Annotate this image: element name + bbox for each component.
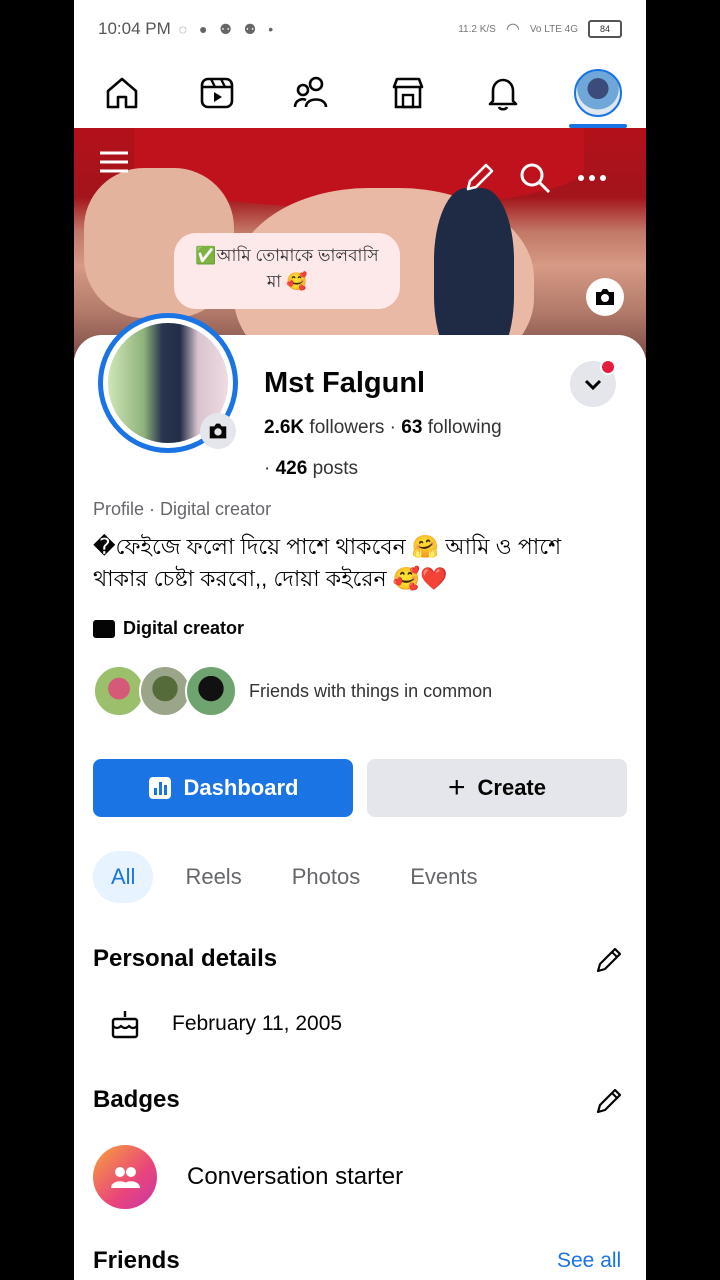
create-label: Create: [477, 775, 546, 800]
follow-stats: 2.6K followers · 63 following: [264, 417, 502, 438]
tab-photos[interactable]: Photos: [274, 851, 379, 903]
avatar-camera-button[interactable]: [200, 413, 236, 449]
dashboard-button[interactable]: Dashboard: [93, 759, 353, 817]
chart-icon: [148, 777, 171, 799]
menu-icon[interactable]: [94, 142, 134, 182]
friend-avatar: [139, 665, 191, 717]
camera-icon: [596, 289, 614, 305]
posts-count: 426: [275, 458, 308, 479]
status-right: 11.2 K/S ◠ Vo LTE 4G 84: [458, 19, 622, 39]
nav-notifications[interactable]: [468, 58, 538, 128]
tab-reels[interactable]: Reels: [167, 851, 259, 903]
net-speed: 11.2 K/S: [458, 23, 496, 35]
badge-label: Conversation starter: [187, 1163, 404, 1190]
edit-pencil-icon[interactable]: [594, 1086, 624, 1116]
friend-avatar: [185, 665, 237, 717]
status-bar: 10:04 PM ◌ ● ⚉ ⚉ • 11.2 K/S ◠ Vo LTE 4G …: [74, 0, 646, 58]
badges-title: Badges: [93, 1086, 180, 1113]
tab-all[interactable]: All: [93, 851, 154, 903]
cake-icon: [111, 1011, 139, 1039]
profile-tabs: All Reels Photos Events: [93, 851, 495, 903]
signal-label: Vo LTE 4G: [529, 23, 578, 35]
friend-avatar: [93, 665, 145, 717]
dashboard-label: Dashboard: [183, 775, 299, 800]
friends-common-label: Friends with things in common: [249, 680, 493, 701]
more-icon[interactable]: [572, 158, 612, 198]
friends-icon: [294, 76, 328, 108]
create-button[interactable]: + Create: [367, 759, 627, 817]
battery-icon: 84: [588, 20, 622, 38]
conversation-badge-icon: [93, 1145, 157, 1209]
notification-dot: [600, 359, 616, 375]
note-line-1: ✅আমি তোমাকে ভালবাসি: [195, 246, 379, 265]
edit-pencil-icon[interactable]: [594, 945, 624, 975]
video-icon: [200, 77, 234, 109]
nav-home[interactable]: [87, 58, 157, 128]
nav-profile[interactable]: [563, 58, 633, 128]
following-label[interactable]: following: [428, 417, 502, 438]
cover-camera-button[interactable]: [586, 278, 624, 316]
home-icon: [106, 77, 137, 109]
posts-stats: · 426 posts: [264, 458, 359, 479]
nav-marketplace[interactable]: [373, 58, 443, 128]
bell-icon: [488, 78, 518, 111]
friends-title: Friends: [93, 1247, 180, 1274]
chevron-down-icon: [584, 379, 602, 391]
camera-icon: [209, 423, 227, 439]
plus-icon: +: [447, 771, 466, 804]
profile-kind: Profile · Digital creator: [93, 499, 272, 519]
status-time: 10:04 PM: [98, 19, 171, 38]
profile-card: Mst Falgunl 2.6K followers · 63 followin…: [74, 313, 646, 1280]
tab-events[interactable]: Events: [392, 851, 495, 903]
clapperboard-icon: [93, 619, 115, 638]
see-all-friends-link[interactable]: See all: [557, 1249, 621, 1273]
category-row: Digital creator: [93, 618, 244, 639]
nav-video[interactable]: [182, 58, 252, 128]
search-icon[interactable]: [515, 158, 555, 198]
badge-row[interactable]: Conversation starter: [93, 1145, 403, 1209]
wifi-icon: ◠: [505, 21, 520, 38]
followers-label[interactable]: followers: [309, 417, 384, 438]
personal-details-title: Personal details: [93, 945, 278, 972]
marketplace-icon: [392, 77, 423, 109]
profile-note[interactable]: ✅আমি তোমাকে ভালবাসি মা 🥰: [174, 233, 400, 309]
followers-count[interactable]: 2.6K: [264, 417, 304, 438]
birthday-row: February 11, 2005: [108, 1007, 342, 1041]
profile-switch-button[interactable]: [570, 359, 616, 407]
nav-friends[interactable]: [277, 58, 347, 128]
friends-in-common[interactable]: Friends with things in common: [93, 665, 492, 717]
following-count[interactable]: 63: [401, 417, 422, 438]
pencil-icon[interactable]: [459, 158, 499, 198]
note-line-2: মা 🥰: [266, 272, 308, 291]
top-nav: [74, 58, 646, 129]
profile-name: Mst Falgunl: [264, 367, 426, 399]
app-screen: 10:04 PM ◌ ● ⚉ ⚉ • 11.2 K/S ◠ Vo LTE 4G …: [74, 0, 646, 1280]
profile-avatar-small: [574, 69, 623, 117]
profile-bio: �ফেইজে ফলো দিয়ে পাশে থাকবেন 🤗 আমি ও পাশ…: [93, 534, 562, 591]
status-notification-icons: ◌ ● ⚉ ⚉ •: [178, 20, 278, 37]
posts-label: posts: [312, 458, 359, 479]
birthday-value: February 11, 2005: [172, 1012, 343, 1035]
category-label: Digital creator: [123, 618, 245, 638]
